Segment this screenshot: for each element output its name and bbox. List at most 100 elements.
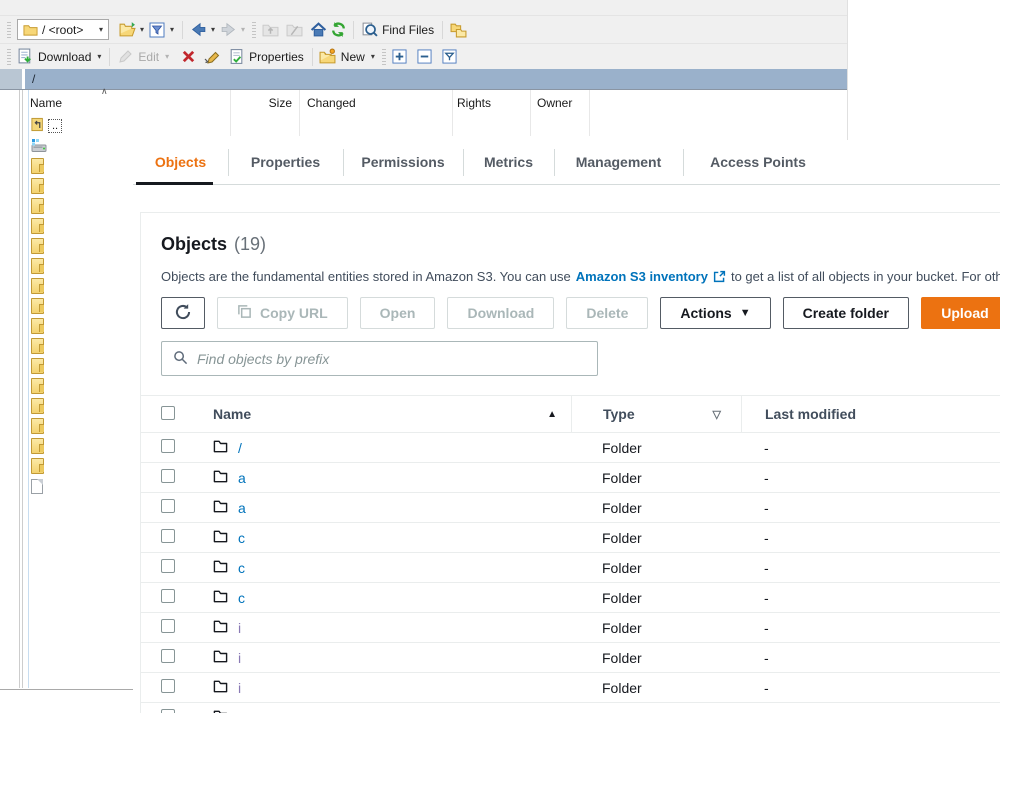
tab-properties[interactable]: Properties	[228, 140, 343, 184]
download-dropdown[interactable]: ▾	[97, 52, 101, 61]
synchronize-icon[interactable]	[448, 20, 468, 40]
drive-item-icon[interactable]	[31, 138, 47, 154]
column-header-changed[interactable]: Changed	[307, 96, 356, 110]
tab-permissions[interactable]: Permissions	[343, 140, 463, 184]
column-header-type[interactable]: Type ▽	[571, 396, 741, 432]
column-header-name[interactable]: Name	[30, 96, 62, 110]
object-name-link[interactable]: c	[238, 530, 245, 546]
folder-item-icon[interactable]	[31, 398, 44, 414]
refresh-icon[interactable]	[328, 20, 348, 40]
row-checkbox[interactable]	[161, 709, 175, 713]
folder-item-icon[interactable]	[31, 158, 44, 174]
toolbar-grip[interactable]	[382, 49, 386, 65]
row-checkbox[interactable]	[161, 529, 175, 543]
toolbar-grip[interactable]	[252, 22, 256, 38]
folder-item-icon[interactable]	[31, 218, 44, 234]
download-button[interactable]: Download	[447, 297, 554, 329]
new-label[interactable]: New	[341, 50, 365, 64]
row-checkbox[interactable]	[161, 499, 175, 513]
filter-box-icon[interactable]	[440, 47, 460, 67]
toolbar-grip[interactable]	[7, 49, 11, 65]
object-name-link[interactable]: a	[238, 500, 246, 516]
edit-label[interactable]: Edit	[138, 50, 159, 64]
delete-icon[interactable]	[178, 47, 198, 67]
address-combo[interactable]: / <root> ▾	[17, 19, 109, 40]
row-checkbox[interactable]	[161, 649, 175, 663]
folder-item-icon[interactable]	[31, 458, 44, 474]
row-checkbox[interactable]	[161, 619, 175, 633]
row-checkbox[interactable]	[161, 559, 175, 573]
address-combo-arrow[interactable]: ▾	[94, 20, 108, 39]
new-dropdown[interactable]: ▾	[371, 52, 375, 61]
folder-item-icon[interactable]	[31, 298, 44, 314]
object-name-link[interactable]: /	[238, 440, 242, 456]
download-icon[interactable]	[15, 47, 35, 67]
open-directory-dropdown[interactable]: ▾	[140, 25, 144, 34]
actions-button[interactable]: Actions ▼	[660, 297, 770, 329]
home-icon[interactable]	[308, 20, 328, 40]
panel-splitter[interactable]	[19, 90, 20, 688]
current-path[interactable]: /	[25, 69, 847, 89]
folder-item-icon[interactable]	[31, 378, 44, 394]
folder-item-icon[interactable]	[31, 358, 44, 374]
tab-management[interactable]: Management	[554, 140, 683, 184]
forward-icon[interactable]	[218, 20, 238, 40]
object-name-link[interactable]: c	[238, 590, 245, 606]
find-files-icon[interactable]	[359, 20, 379, 40]
folder-item-icon[interactable]	[31, 278, 44, 294]
edit-dropdown[interactable]: ▾	[165, 52, 169, 61]
back-icon[interactable]	[188, 20, 208, 40]
object-name-link[interactable]: c	[238, 560, 245, 576]
filter-dropdown[interactable]: ▾	[170, 25, 174, 34]
expand-icon[interactable]	[390, 47, 410, 67]
refresh-button[interactable]	[161, 297, 205, 329]
type-filter-icon[interactable]: ▽	[713, 408, 721, 421]
column-header-last-modified[interactable]: Last modified	[741, 396, 1000, 432]
new-icon[interactable]	[318, 47, 338, 67]
tab-objects[interactable]: Objects	[133, 140, 228, 184]
open-directory-icon[interactable]	[117, 20, 137, 40]
s3-inventory-link[interactable]: Amazon S3 inventory	[576, 269, 708, 284]
row-checkbox[interactable]	[161, 469, 175, 483]
parent-directory-row[interactable]: ..	[31, 117, 62, 135]
properties-label[interactable]: Properties	[249, 50, 304, 64]
toolbar-grip[interactable]	[7, 22, 11, 38]
upload-button[interactable]: Upload	[921, 297, 1000, 329]
search-input[interactable]	[197, 351, 586, 367]
column-header-size[interactable]: Size	[232, 96, 292, 110]
sort-ascending-icon[interactable]: ▲	[547, 409, 557, 420]
row-checkbox[interactable]	[161, 589, 175, 603]
select-all-checkbox[interactable]	[161, 406, 175, 420]
file-item-icon[interactable]	[31, 479, 43, 494]
folder-item-icon[interactable]	[31, 178, 44, 194]
object-name-link[interactable]: i	[238, 710, 241, 714]
row-checkbox[interactable]	[161, 679, 175, 693]
forward-dropdown[interactable]: ▾	[241, 25, 245, 34]
delete-button[interactable]: Delete	[566, 297, 648, 329]
parent-directory-icon[interactable]	[260, 20, 280, 40]
copy-url-button[interactable]: Copy URL	[217, 297, 348, 329]
folder-item-icon[interactable]	[31, 258, 44, 274]
folder-item-icon[interactable]	[31, 318, 44, 334]
folder-item-icon[interactable]	[31, 238, 44, 254]
folder-item-icon[interactable]	[31, 438, 44, 454]
edit-icon[interactable]	[115, 47, 135, 67]
open-button[interactable]: Open	[360, 297, 436, 329]
tab-metrics[interactable]: Metrics	[463, 140, 554, 184]
folder-item-icon[interactable]	[31, 418, 44, 434]
object-name-link[interactable]: i	[238, 620, 241, 636]
object-name-link[interactable]: a	[238, 470, 246, 486]
column-header-owner[interactable]: Owner	[537, 96, 572, 110]
column-header-name[interactable]: Name ▲	[195, 406, 571, 422]
folder-item-icon[interactable]	[31, 338, 44, 354]
root-directory-icon[interactable]	[284, 20, 304, 40]
filter-icon[interactable]	[147, 20, 167, 40]
row-checkbox[interactable]	[161, 439, 175, 453]
back-dropdown[interactable]: ▾	[211, 25, 215, 34]
object-name-link[interactable]: i	[238, 650, 241, 666]
panel-splitter[interactable]	[22, 90, 23, 688]
download-label[interactable]: Download	[38, 50, 91, 64]
rename-icon[interactable]	[202, 47, 222, 67]
column-header-rights[interactable]: Rights	[457, 96, 491, 110]
tab-access-points[interactable]: Access Points	[683, 140, 833, 184]
